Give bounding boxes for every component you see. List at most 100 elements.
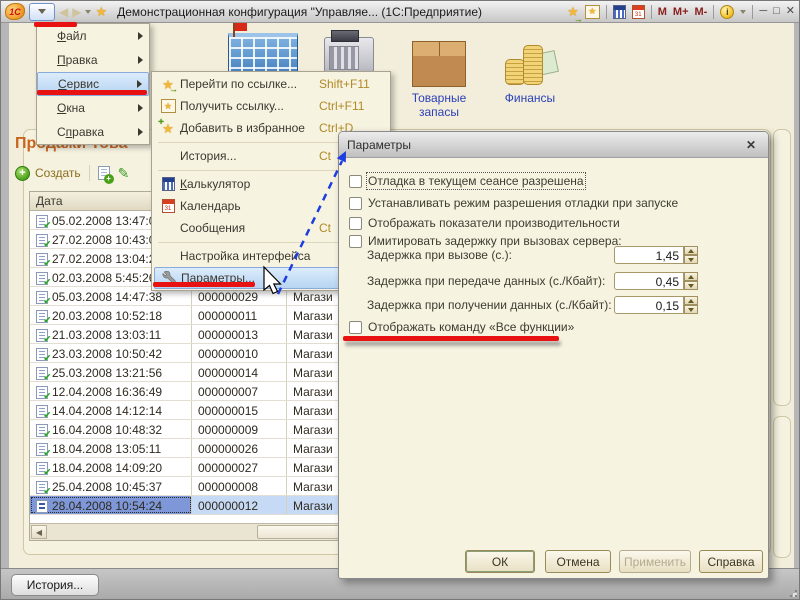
checkbox-row-3: Имитировать задержку при вызовах сервера…	[349, 234, 622, 248]
submenu-arrow-icon	[138, 32, 143, 40]
date-text: 16.04.2008 10:48:32	[52, 423, 162, 437]
dialog-titlebar: Параметры ✕	[339, 132, 768, 158]
info-dropdown-icon[interactable]	[740, 10, 746, 14]
checkbox-label: Отображать команду «Все функции»	[368, 320, 574, 334]
back-button[interactable]: ◀	[59, 3, 68, 21]
all-functions-checkbox[interactable]	[349, 321, 362, 334]
document-posted-icon	[36, 291, 48, 304]
label-text: кна	[66, 101, 85, 115]
star-arrow-icon: ★	[162, 78, 174, 91]
date-text: 02.03.2008 5:45:26	[52, 271, 155, 285]
info-icon[interactable]: i	[720, 5, 734, 19]
menu-item-1[interactable]: Правка	[37, 48, 149, 72]
cancel-button[interactable]: Отмена	[545, 550, 611, 573]
down-arrow-icon	[688, 308, 694, 312]
maximize-button[interactable]: □	[773, 6, 780, 17]
menu-item-0[interactable]: Файл	[37, 24, 149, 48]
calculator-icon	[162, 177, 175, 191]
checkbox-label: Имитировать задержку при вызовах сервера…	[368, 234, 622, 248]
calculator-icon[interactable]	[613, 5, 626, 19]
submenu-item-label: Добавить в избранное	[180, 121, 305, 135]
ok-button[interactable]: ОК	[465, 550, 535, 573]
label-text: равка	[66, 53, 98, 67]
goto-link-icon[interactable]: ★	[567, 3, 579, 21]
checkbox-row-2: Отображать показатели производительности	[349, 216, 620, 230]
document-posted-icon	[36, 253, 48, 266]
spinner-value-field[interactable]: 1,45	[614, 246, 684, 264]
cell-number: 000000011	[192, 306, 287, 324]
label-text: д	[214, 199, 221, 213]
add-favorite-icon[interactable]: ★	[585, 5, 600, 19]
copy-document-icon[interactable]	[98, 166, 110, 180]
favorites-star-icon[interactable]: ★	[95, 3, 107, 21]
label-text: Добавить в избранное	[180, 121, 305, 135]
checkbox[interactable]	[349, 217, 362, 230]
spin-up-button[interactable]	[684, 272, 698, 281]
resize-grip[interactable]	[785, 585, 797, 597]
window-title: Демонстрационная конфигурация "Управляе.…	[117, 5, 482, 19]
calendar-day: 31	[635, 12, 642, 18]
spinner-value-field[interactable]: 0,45	[614, 272, 684, 290]
scroll-left-button[interactable]: ◀	[31, 525, 47, 539]
history-dropdown-icon[interactable]	[85, 10, 91, 14]
submenu-item-1[interactable]: ★Получить ссылку...Ctrl+F11	[152, 95, 390, 117]
document-posted-icon	[36, 481, 48, 494]
history-button[interactable]: История...	[11, 574, 99, 596]
spin-down-button[interactable]	[684, 281, 698, 290]
label-text: айл	[66, 29, 86, 43]
submenu-arrow-icon	[138, 104, 143, 112]
cell-number: 000000014	[192, 363, 287, 381]
date-text: 25.04.2008 10:45:37	[52, 480, 162, 494]
submenu-item-label: История...	[180, 149, 237, 163]
dialog-close-icon[interactable]: ✕	[742, 137, 760, 153]
menu-icon-gutter	[156, 177, 180, 191]
spin-up-button[interactable]	[684, 246, 698, 255]
create-button[interactable]: + Создать	[15, 166, 81, 181]
memory-minus-button[interactable]: M-	[695, 6, 708, 18]
checkbox[interactable]	[349, 197, 362, 210]
section-inventory[interactable]: Товарные запасы	[395, 41, 483, 119]
spin-down-button[interactable]	[684, 305, 698, 314]
memory-button[interactable]: M	[658, 6, 667, 18]
down-arrow-icon	[688, 284, 694, 288]
section-finance[interactable]: Финансы	[495, 39, 565, 105]
plus-icon: +	[15, 166, 30, 181]
main-menu-button[interactable]	[29, 3, 55, 21]
label-text: История...	[180, 149, 237, 163]
label-text: арь	[221, 199, 241, 213]
apply-button: Применить	[619, 550, 691, 573]
cell-date: 20.03.2008 10:52:18	[30, 306, 192, 324]
document-posted-icon	[36, 462, 48, 475]
submenu-item-0[interactable]: ★Перейти по ссылке...Shift+F11	[152, 73, 390, 95]
checkbox[interactable]	[349, 175, 362, 188]
label-text: ервис	[67, 77, 99, 91]
edit-pencil-icon[interactable]: ✎	[118, 166, 130, 180]
titlebar-actions: ★ ★ 31 M M+ M- i ─ □ ✕	[567, 3, 797, 21]
cell-number: 000000010	[192, 344, 287, 362]
spinner-buttons	[684, 246, 698, 264]
submenu-item-label: Сообщения	[180, 221, 245, 235]
menu-item-4[interactable]: Справка	[37, 120, 149, 144]
spinner-value-field[interactable]: 0,15	[614, 296, 684, 314]
chevron-down-icon	[38, 9, 46, 14]
separator	[606, 5, 607, 19]
label-text: Перейти по ссылке...	[180, 77, 297, 91]
help-button[interactable]: Справка	[699, 550, 763, 573]
close-button[interactable]: ✕	[786, 6, 795, 17]
memory-plus-button[interactable]: M+	[673, 6, 689, 18]
spinner-label: Задержка при вызове (с.):	[367, 248, 512, 262]
spin-down-button[interactable]	[684, 255, 698, 264]
coin-stack-icon	[523, 45, 543, 85]
spin-up-button[interactable]	[684, 296, 698, 305]
menu-item-3[interactable]: Окна	[37, 96, 149, 120]
forward-button[interactable]: ▶	[72, 3, 81, 21]
document-posted-icon	[36, 424, 48, 437]
checkbox[interactable]	[349, 235, 362, 248]
cell-date: 14.04.2008 14:12:14	[30, 401, 192, 419]
label-text: О	[57, 101, 66, 115]
separator	[752, 5, 753, 19]
list-toolbar: + Создать ✎	[15, 161, 129, 185]
minimize-button[interactable]: ─	[759, 6, 767, 17]
calendar-icon[interactable]: 31	[632, 5, 645, 19]
submenu-arrow-icon	[137, 80, 142, 88]
